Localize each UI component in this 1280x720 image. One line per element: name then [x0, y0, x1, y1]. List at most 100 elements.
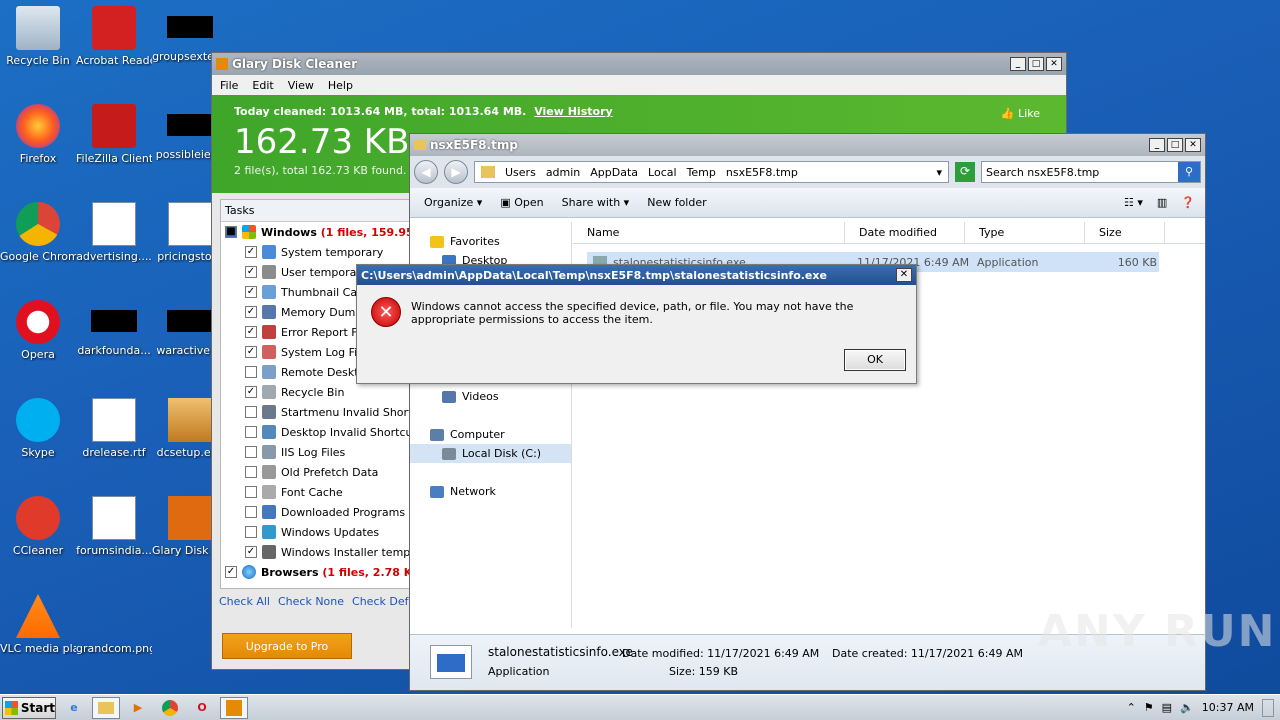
maximize-button[interactable]: □: [1167, 138, 1183, 152]
dialog-titlebar[interactable]: C:\Users\admin\AppData\Local\Temp\nsxE5F…: [357, 265, 916, 285]
nav-item[interactable]: Videos: [410, 387, 571, 406]
close-button[interactable]: ✕: [1185, 138, 1201, 152]
clock[interactable]: 10:37 AM: [1202, 701, 1254, 714]
close-button[interactable]: ✕: [1046, 57, 1062, 71]
menu-edit[interactable]: Edit: [252, 79, 273, 92]
view-history-link[interactable]: View History: [534, 105, 612, 118]
task-item[interactable]: ✓ Recycle Bin: [221, 382, 409, 402]
desktop-icon[interactable]: forumsindia...: [76, 496, 152, 557]
menu-help[interactable]: Help: [328, 79, 353, 92]
chrome-taskbar-icon[interactable]: [156, 697, 184, 719]
task-checkbox[interactable]: [245, 486, 257, 498]
opera-taskbar-icon[interactable]: O: [188, 697, 216, 719]
desktop-icon[interactable]: FileZilla Client: [76, 104, 152, 165]
breadcrumb[interactable]: Users admin AppData Local Temp nsxE5F8.t…: [474, 161, 949, 183]
explorer-taskbar-icon[interactable]: [92, 696, 120, 719]
breadcrumb-local[interactable]: Local: [648, 166, 677, 179]
nav-item[interactable]: Computer: [410, 425, 571, 444]
group-windows[interactable]: ■ Windows (1 files, 159.95 K: [221, 222, 409, 242]
explorer-titlebar[interactable]: nsxE5F8.tmp _ □ ✕: [410, 134, 1205, 156]
browsers-group-checkbox[interactable]: ✓: [225, 566, 237, 578]
task-checkbox[interactable]: ✓: [245, 246, 257, 258]
nav-item[interactable]: Favorites: [410, 232, 571, 251]
task-item[interactable]: Desktop Invalid Shortcuts: [221, 422, 409, 442]
menu-file[interactable]: File: [220, 79, 238, 92]
task-checkbox[interactable]: ✓: [245, 326, 257, 338]
task-checkbox[interactable]: ✓: [245, 546, 257, 558]
check-all-link[interactable]: Check All: [219, 595, 270, 608]
open-button[interactable]: ▣ Open: [500, 196, 543, 209]
task-checkbox[interactable]: [245, 426, 257, 438]
show-hidden-icons-icon[interactable]: ⌃: [1127, 701, 1136, 714]
task-item[interactable]: ✓ Windows Installer tempora: [221, 542, 409, 562]
breadcrumb-current[interactable]: nsxE5F8.tmp: [726, 166, 798, 179]
minimize-button[interactable]: _: [1010, 57, 1026, 71]
task-item[interactable]: IIS Log Files: [221, 442, 409, 462]
task-checkbox[interactable]: ✓: [245, 386, 257, 398]
back-button[interactable]: ◀: [414, 160, 438, 184]
desktop-icon[interactable]: Google Chrome: [0, 202, 76, 263]
task-item[interactable]: Font Cache: [221, 482, 409, 502]
help-icon[interactable]: ❓: [1181, 196, 1195, 209]
task-checkbox[interactable]: ✓: [245, 286, 257, 298]
upgrade-button[interactable]: Upgrade to Pro: [222, 633, 352, 659]
desktop-icon[interactable]: Firefox: [0, 104, 76, 165]
nav-item[interactable]: Network: [410, 482, 571, 501]
desktop-icon[interactable]: advertising....: [76, 202, 152, 263]
new-folder-button[interactable]: New folder: [647, 196, 706, 209]
start-button[interactable]: Start: [2, 696, 56, 719]
nav-item[interactable]: Local Disk (C:): [410, 444, 571, 463]
desktop-icon[interactable]: CCleaner: [0, 496, 76, 557]
desktop-icon[interactable]: Opera: [0, 300, 76, 361]
task-checkbox[interactable]: [245, 446, 257, 458]
search-input[interactable]: Search nsxE5F8.tmp ⚲: [981, 161, 1201, 183]
like-button[interactable]: 👍 Like: [1001, 107, 1040, 120]
view-options-icon[interactable]: ☷ ▾: [1124, 196, 1143, 209]
column-size[interactable]: Size: [1085, 222, 1165, 244]
desktop-icon[interactable]: drelease.rtf: [76, 398, 152, 459]
group-browsers[interactable]: ✓ Browsers (1 files, 2.78 KB): [221, 562, 409, 582]
task-item[interactable]: Startmenu Invalid Shortcut: [221, 402, 409, 422]
desktop-icon[interactable]: Skype: [0, 398, 76, 459]
action-center-icon[interactable]: ⚑: [1144, 701, 1154, 714]
column-date-modified[interactable]: Date modified: [845, 222, 965, 244]
task-checkbox[interactable]: ✓: [245, 306, 257, 318]
task-checkbox[interactable]: [245, 406, 257, 418]
task-item[interactable]: Downloaded Programs: [221, 502, 409, 522]
chevron-down-icon[interactable]: ▾: [936, 166, 942, 179]
forward-button[interactable]: ▶: [444, 160, 468, 184]
menu-view[interactable]: View: [288, 79, 314, 92]
desktop-icon[interactable]: VLC media player: [0, 594, 76, 655]
breadcrumb-appdata[interactable]: AppData: [590, 166, 638, 179]
breadcrumb-temp[interactable]: Temp: [687, 166, 716, 179]
search-icon[interactable]: ⚲: [1178, 162, 1200, 182]
preview-pane-icon[interactable]: ▥: [1157, 196, 1167, 209]
column-name[interactable]: Name: [573, 222, 845, 244]
column-type[interactable]: Type: [965, 222, 1085, 244]
refresh-button[interactable]: ⟳: [955, 162, 975, 182]
task-item[interactable]: ✓ System temporary: [221, 242, 409, 262]
show-desktop-button[interactable]: [1262, 698, 1274, 717]
task-item[interactable]: Windows Updates: [221, 522, 409, 542]
glary-taskbar-icon[interactable]: [220, 696, 248, 719]
check-none-link[interactable]: Check None: [278, 595, 344, 608]
task-checkbox[interactable]: ✓: [245, 346, 257, 358]
breadcrumb-users[interactable]: Users: [505, 166, 536, 179]
ok-button[interactable]: OK: [844, 349, 906, 371]
share-with-button[interactable]: Share with ▾: [562, 196, 630, 209]
task-checkbox[interactable]: [245, 506, 257, 518]
task-checkbox[interactable]: [245, 466, 257, 478]
breadcrumb-admin[interactable]: admin: [546, 166, 580, 179]
task-item[interactable]: Old Prefetch Data: [221, 462, 409, 482]
volume-icon[interactable]: 🔈: [1180, 701, 1194, 714]
organize-button[interactable]: Organize ▾: [424, 196, 482, 209]
windows-group-checkbox[interactable]: ■: [225, 226, 237, 238]
desktop-icon[interactable]: Recycle Bin: [0, 6, 76, 67]
task-checkbox[interactable]: ✓: [245, 266, 257, 278]
desktop-icon[interactable]: darkfounda...: [76, 300, 152, 357]
ie-taskbar-icon[interactable]: e: [60, 697, 88, 719]
minimize-button[interactable]: _: [1149, 138, 1165, 152]
media-player-taskbar-icon[interactable]: ▶: [124, 697, 152, 719]
task-checkbox[interactable]: [245, 366, 257, 378]
dialog-close-button[interactable]: ✕: [896, 268, 912, 282]
